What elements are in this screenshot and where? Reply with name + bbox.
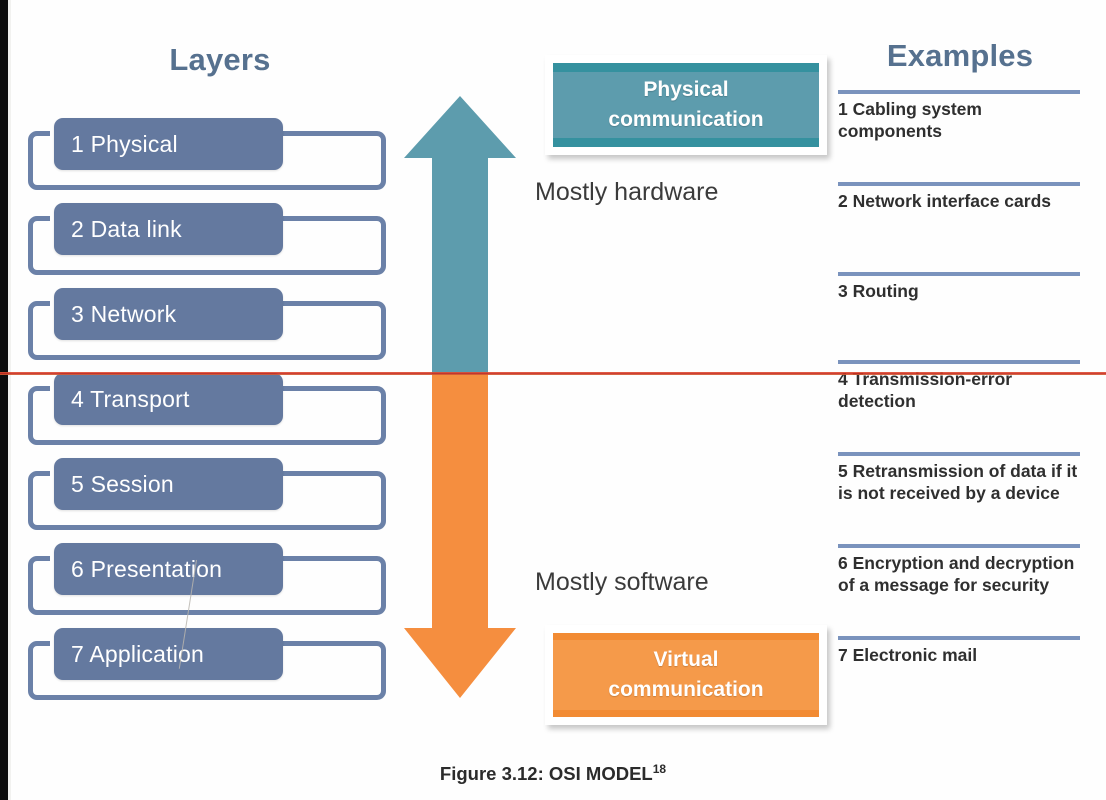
figure-caption-text: Figure 3.12: OSI MODEL	[439, 763, 653, 785]
example-divider	[838, 636, 1080, 640]
layer-label-5: 5 Session	[71, 470, 174, 497]
figure-caption-reference: 18	[652, 762, 667, 776]
scan-edge-highlight	[8, 0, 11, 800]
example-text-7: 7 Electronic mail	[838, 645, 978, 665]
layer-chip-network[interactable]: 3 Network	[54, 288, 283, 340]
layer-row-1[interactable]: 1 Physical	[28, 118, 386, 190]
layer-label-4: 4 Transport	[71, 385, 190, 412]
examples-column-heading: Examples	[886, 38, 1034, 73]
virtual-communication-box: Virtual communication	[545, 625, 827, 725]
osi-model-figure: Layers Examples 1 Physical 2 Data link 3…	[0, 0, 1106, 800]
layer-label-1: 1 Physical	[71, 130, 178, 157]
virtual-box-top-band	[553, 633, 819, 640]
layers-column-heading: Layers	[169, 42, 271, 77]
mostly-software-label: Mostly software	[535, 568, 709, 596]
layer-chip-session[interactable]: 5 Session	[54, 458, 283, 510]
layer-label-2: 2 Data link	[71, 215, 182, 242]
physical-box-bottom-band	[553, 138, 819, 147]
layer-chip-physical[interactable]: 1 Physical	[54, 118, 283, 170]
physical-communication-box: Physical communication	[545, 55, 827, 155]
virtual-communication-line1: Virtual	[653, 647, 719, 671]
layer-chip-data-link[interactable]: 2 Data link	[54, 203, 283, 255]
figure-caption: Figure 3.12: OSI MODEL18	[0, 762, 1106, 785]
layer-row-5[interactable]: 5 Session	[28, 458, 386, 530]
physical-communication-fill: Physical communication	[553, 63, 819, 147]
layer-chip-application[interactable]: 7 Application	[54, 628, 283, 680]
up-arrow-icon	[404, 96, 516, 374]
layer-row-3[interactable]: 3 Network	[28, 288, 386, 360]
example-text-3: 3 Routing	[838, 281, 919, 301]
example-text-5: 5 Retransmission of data if it is not re…	[838, 461, 1078, 504]
mostly-hardware-label: Mostly hardware	[535, 178, 719, 206]
layer-row-6[interactable]: 6 Presentation	[28, 543, 386, 615]
scan-edge-artifact	[0, 0, 8, 800]
red-horizontal-rule-artifact	[0, 372, 1106, 375]
physical-box-top-band	[553, 63, 819, 72]
layer-row-4[interactable]: 4 Transport	[28, 373, 386, 445]
example-text-2: 2 Network interface cards	[838, 191, 1052, 211]
example-divider	[838, 90, 1080, 94]
virtual-communication-line2: communication	[608, 678, 764, 701]
example-text-6: 6 Encryption and decryption of a message…	[838, 553, 1075, 596]
example-divider	[838, 272, 1080, 276]
virtual-box-bottom-band	[553, 710, 819, 717]
example-divider	[838, 452, 1080, 456]
layer-row-7[interactable]: 7 Application	[28, 628, 386, 700]
example-divider	[838, 544, 1080, 548]
physical-communication-line1: Physical	[643, 77, 729, 101]
layer-row-2[interactable]: 2 Data link	[28, 203, 386, 275]
layer-chip-transport[interactable]: 4 Transport	[54, 373, 283, 425]
example-divider	[838, 360, 1080, 364]
layer-chip-presentation[interactable]: 6 Presentation	[54, 543, 283, 595]
layer-label-3: 3 Network	[71, 300, 177, 327]
down-arrow-icon	[404, 374, 516, 698]
example-divider	[838, 182, 1080, 186]
physical-communication-line2: communication	[608, 108, 764, 131]
virtual-communication-fill: Virtual communication	[553, 633, 819, 717]
example-text-1: 1 Cabling system components	[838, 99, 982, 142]
